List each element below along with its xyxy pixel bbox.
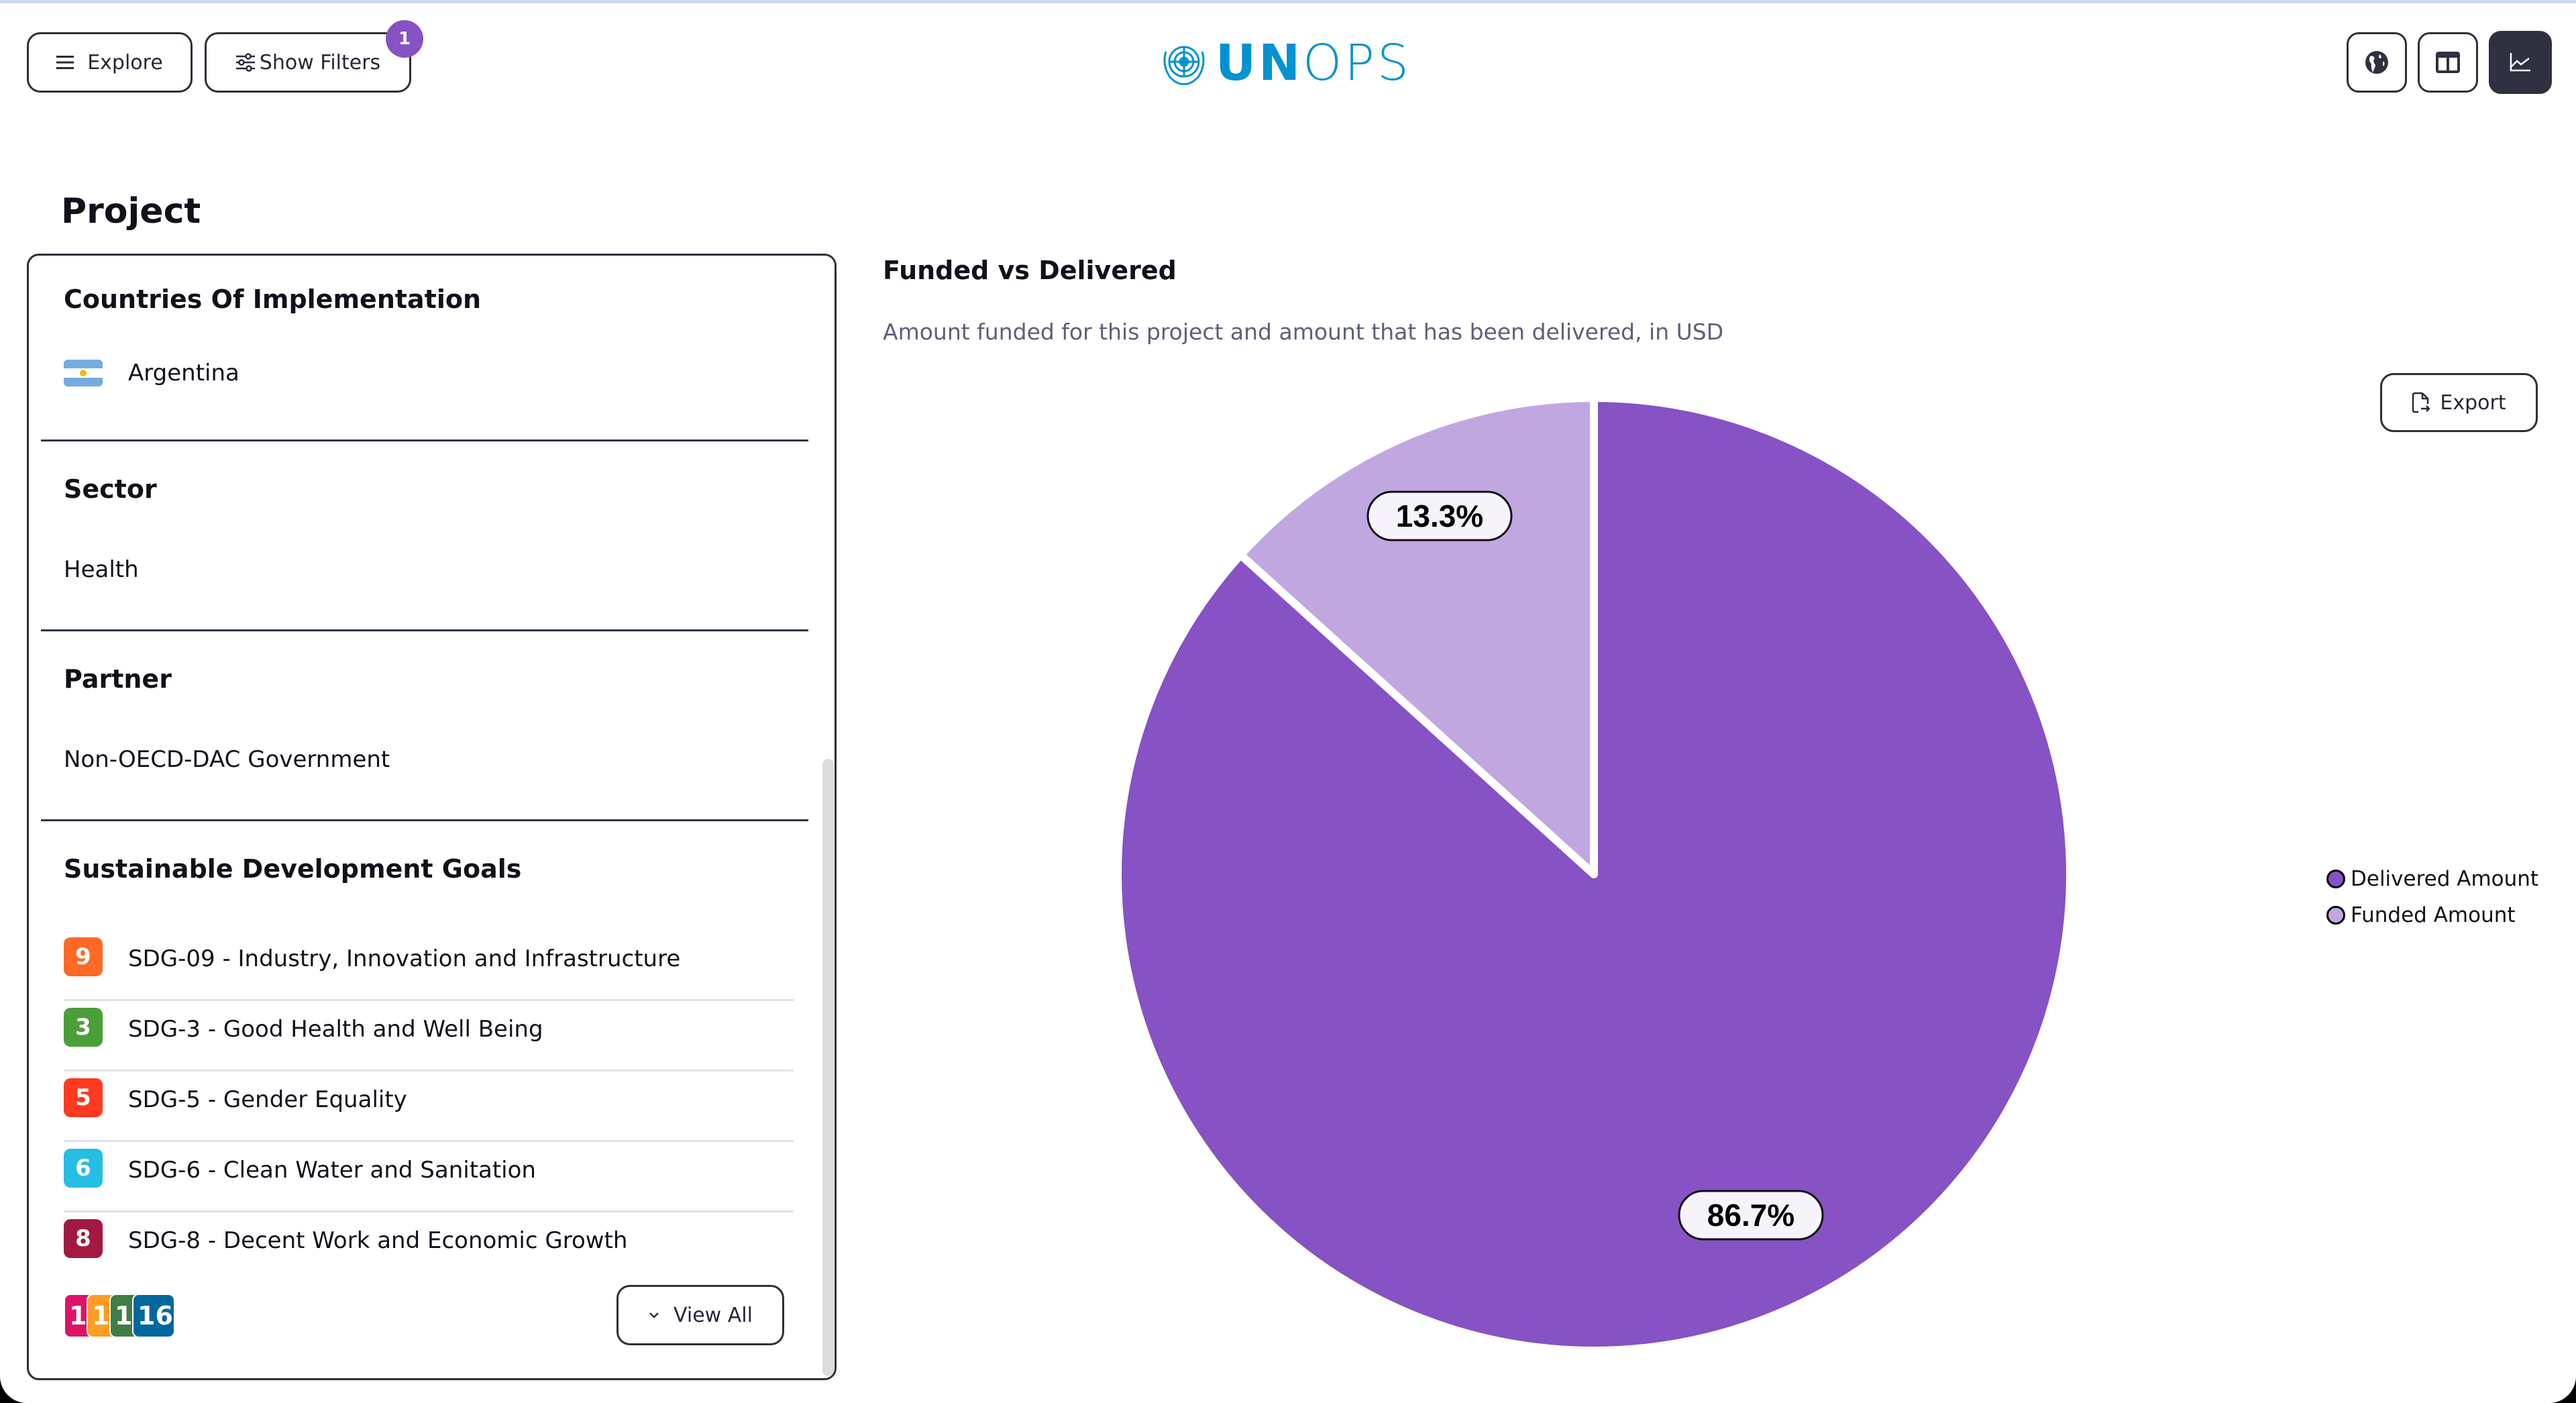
export-button[interactable]: Export (2380, 373, 2538, 432)
app-window: Explore Show Filters 1 UNOPS Project Cou… (0, 0, 2576, 1403)
chart-legend: Delivered Amount Funded Amount (2326, 861, 2538, 933)
legend-label: Funded Amount (2351, 903, 2516, 927)
pie-data-label: 86.7% (1678, 1190, 1824, 1241)
legend-swatch-icon (2326, 870, 2345, 888)
legend-item[interactable]: Delivered Amount (2326, 861, 2538, 897)
sdg-16-icon: 16 (132, 1294, 175, 1338)
pie-label-text: 13.3% (1396, 499, 1483, 533)
pie-chart: 86.7% 13.3% (1114, 394, 2074, 1355)
legend-swatch-icon (2326, 906, 2345, 925)
pie-label-text: 86.7% (1707, 1198, 1794, 1233)
file-export-icon (2412, 392, 2430, 413)
legend-label: Delivered Amount (2351, 867, 2539, 891)
export-label: Export (2440, 391, 2506, 415)
legend-item[interactable]: Funded Amount (2326, 897, 2538, 933)
pie-data-label: 13.3% (1366, 490, 1513, 541)
more-sdg-icons[interactable]: 10111316 (64, 1294, 184, 1338)
